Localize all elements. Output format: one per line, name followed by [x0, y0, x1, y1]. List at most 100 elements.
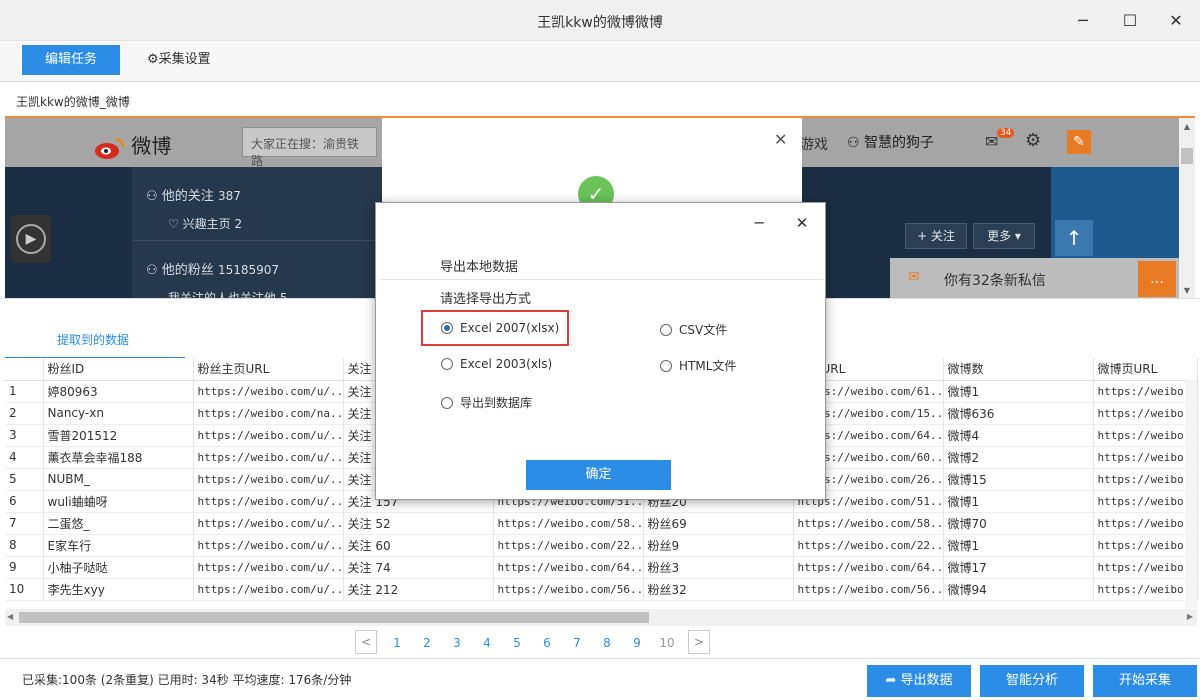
table-cell: 6 [5, 490, 44, 513]
column-header[interactable] [5, 358, 44, 381]
next-page-button[interactable]: > [688, 630, 710, 654]
heart-icon: ♡ [168, 217, 179, 231]
column-header[interactable]: 微博页URL [1093, 358, 1198, 381]
back-to-top-icon[interactable]: ↑ [1055, 220, 1093, 256]
table-cell: https://weibo.com/u/... [193, 424, 344, 447]
table-cell: https://weibo.com/58... [793, 512, 944, 535]
page-number[interactable]: 2 [412, 630, 442, 656]
scroll-thumb[interactable] [19, 612, 649, 623]
radio[interactable] [660, 359, 672, 372]
page-number[interactable]: 6 [532, 630, 562, 656]
option-csv[interactable]: CSV文件 [660, 321, 727, 338]
maximize-icon[interactable]: ☐ [1117, 8, 1143, 34]
scroll-right-icon[interactable]: ▶ [1187, 612, 1193, 621]
follow-button[interactable]: + 关注 [905, 223, 967, 249]
scroll-down-icon[interactable]: ▼ [1181, 286, 1193, 296]
column-header[interactable]: 粉丝ID [43, 358, 194, 381]
page-number[interactable]: 10 [652, 630, 682, 656]
table-cell: https://weibo.com/u/... [193, 380, 344, 403]
fans-stat[interactable]: ⚇ 他的粉丝 15185907 [146, 259, 279, 278]
minimize-icon[interactable]: ─ [1070, 8, 1096, 34]
option-label: CSV文件 [679, 323, 728, 337]
table-cell: https://weibo.com/22... [793, 534, 944, 557]
browser-scrollbar[interactable]: ▲ ▼ [1179, 118, 1195, 298]
nav-game[interactable]: 游戏 [800, 134, 828, 154]
page-number[interactable]: 1 [382, 630, 412, 656]
table-cell: 2 [5, 402, 44, 425]
table-cell: https://weibo.com/58... [493, 512, 644, 535]
tab-extracted-data[interactable]: 提取到的数据 [5, 323, 185, 359]
page-number[interactable]: 5 [502, 630, 532, 656]
option-excel-2003[interactable]: Excel 2003(xls) [441, 357, 552, 371]
table-cell: https://weibo.com/56... [793, 578, 944, 601]
private-message-bar[interactable]: ✉ 你有32条新私信 … [890, 258, 1179, 298]
page-number[interactable]: 7 [562, 630, 592, 656]
page-number[interactable]: 8 [592, 630, 622, 656]
weibo-logo[interactable]: 微博 [93, 130, 171, 160]
table-cell: 微博1 [943, 490, 1094, 513]
start-collect-button[interactable]: 开始采集 [1093, 665, 1197, 697]
option-html[interactable]: HTML文件 [660, 357, 736, 374]
table-cell: https://weibo.com [1093, 534, 1198, 557]
table-cell: https://weibo.com [1093, 380, 1198, 403]
close-icon[interactable]: ✕ [774, 130, 787, 149]
page-number[interactable]: 4 [472, 630, 502, 656]
table-cell: 微博94 [943, 578, 1094, 601]
page-number[interactable]: 3 [442, 630, 472, 656]
scroll-left-icon[interactable]: ◀ [7, 612, 13, 621]
chat-icon[interactable]: … [1138, 261, 1176, 297]
radio[interactable] [660, 323, 672, 336]
close-icon[interactable]: ✕ [1163, 8, 1189, 34]
table-row[interactable]: 7 二蛋悠_ https://weibo.com/u/... 关注 52 https:/… [5, 512, 1198, 535]
table-cell: 薰衣草会幸福188 [43, 446, 194, 469]
option-excel-2007[interactable]: Excel 2007(xlsx) [441, 321, 559, 335]
column-header[interactable]: 粉丝主页URL [193, 358, 344, 381]
play-video-button[interactable]: ▶ [11, 215, 51, 263]
export-data-button[interactable]: ➦ 导出数据 [867, 665, 971, 697]
interest-stat[interactable]: ♡ 兴趣主页 2 [168, 215, 242, 232]
column-header[interactable]: 微博数 [943, 358, 1094, 381]
title-bar: 王凯kkw的微博微博 ─ ☐ ✕ [0, 0, 1200, 41]
minimize-icon[interactable]: ─ [746, 211, 772, 235]
table-cell: 9 [5, 556, 44, 579]
radio[interactable] [441, 396, 453, 409]
table-cell: 微博4 [943, 424, 1094, 447]
option-database[interactable]: 导出到数据库 [441, 394, 532, 411]
table-cell: 1 [5, 380, 44, 403]
interest-label: 兴趣主页 [182, 217, 231, 231]
settings-label: 采集设置 [158, 52, 211, 67]
table-cell: 微博1 [943, 534, 1094, 557]
table-row[interactable]: 8 E家车行 https://weibo.com/u/... 关注 60 https:/… [5, 534, 1198, 557]
table-row[interactable]: 10 李先生xyy https://weibo.com/u/... 关注 212 htt… [5, 578, 1198, 601]
compose-icon[interactable]: ✎ [1067, 130, 1091, 154]
table-cell: 粉丝69 [643, 512, 794, 535]
divider [380, 279, 823, 280]
table-cell: https://weibo.com/u/... [193, 512, 344, 535]
table-cell: 5 [5, 468, 44, 491]
page-tab[interactable]: 王凯kkw的微博_微博 [16, 93, 130, 110]
table-cell: 8 [5, 534, 44, 557]
gear-icon[interactable]: ⚙ [1025, 130, 1041, 151]
user-link[interactable]: ⚇ 智慧的狗子 [847, 132, 934, 152]
radio-selected[interactable] [441, 322, 453, 334]
radio[interactable] [441, 358, 453, 370]
table-horizontal-scrollbar[interactable]: ◀ ▶ [5, 609, 1197, 626]
scroll-thumb[interactable] [1181, 148, 1193, 164]
table-row[interactable]: 9 小柚子哒哒 https://weibo.com/u/... 关注 74 https:… [5, 556, 1198, 579]
confirm-button[interactable]: 确定 [526, 460, 671, 490]
scroll-up-icon[interactable]: ▲ [1181, 122, 1193, 132]
collection-settings-button[interactable]: ⚙采集设置 [147, 45, 211, 75]
close-icon[interactable]: ✕ [789, 211, 815, 235]
table-vertical-scrollbar[interactable] [1185, 380, 1197, 608]
option-label: Excel 2007(xlsx) [460, 321, 560, 335]
weibo-search-input[interactable]: 大家正在搜：渝贵铁路 [242, 127, 377, 168]
user-icon: ⚇ [847, 135, 860, 151]
mail-badge: 34 [997, 128, 1015, 138]
page-number[interactable]: 9 [622, 630, 652, 656]
table-cell: 4 [5, 446, 44, 469]
prev-page-button[interactable]: < [355, 630, 377, 654]
follow-stat[interactable]: ⚇ 他的关注 387 [146, 185, 241, 204]
more-button[interactable]: 更多 ▾ [973, 223, 1035, 249]
smart-analysis-button[interactable]: 智能分析 [980, 665, 1084, 697]
edit-task-button[interactable]: 编辑任务 [22, 45, 120, 75]
